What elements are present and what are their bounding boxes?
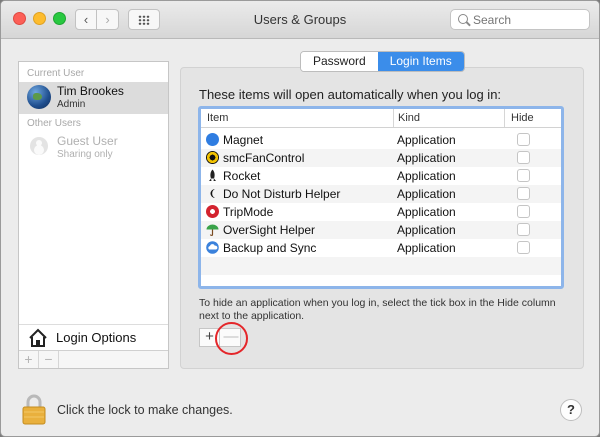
hide-checkbox[interactable]	[517, 169, 530, 182]
table-row[interactable]: Backup and Sync Application	[201, 239, 561, 257]
users-groups-window: ‹ › Users & Groups Current User Tim Broo…	[0, 0, 600, 437]
login-options-item[interactable]: Login Options	[19, 324, 168, 350]
hide-checkbox[interactable]	[517, 205, 530, 218]
cloud-icon	[206, 241, 219, 254]
item-kind: Application	[397, 169, 456, 183]
remove-user-button[interactable]: −	[39, 351, 59, 368]
search-icon	[458, 14, 468, 24]
lock-message: Click the lock to make changes.	[57, 403, 233, 417]
guest-role: Sharing only	[57, 149, 113, 160]
hide-checkbox[interactable]	[517, 151, 530, 164]
item-kind: Application	[397, 205, 456, 219]
item-name: OverSight Helper	[223, 223, 316, 237]
item-name: Rocket	[223, 169, 261, 183]
highlight-circle	[215, 322, 248, 355]
tab-password[interactable]: Password	[301, 52, 378, 71]
umbrella-icon	[206, 224, 219, 236]
rocket-icon	[209, 169, 216, 181]
column-kind[interactable]: Kind	[398, 112, 420, 124]
item-name: Magnet	[223, 133, 264, 147]
tab-control: Password Login Items	[300, 51, 465, 72]
table-row[interactable]: Rocket Application	[201, 167, 561, 185]
user-role: Admin	[57, 99, 86, 110]
guest-avatar-icon	[30, 137, 48, 155]
help-button[interactable]: ?	[560, 399, 582, 421]
hide-checkbox[interactable]	[517, 187, 530, 200]
tab-login-items[interactable]: Login Items	[377, 52, 464, 71]
item-kind: Application	[397, 223, 456, 237]
table-row[interactable]: smcFanControl Application	[201, 149, 561, 167]
search-box[interactable]	[450, 9, 590, 30]
column-divider	[504, 109, 505, 127]
guest-name: Guest User	[57, 134, 118, 148]
item-name: TripMode	[223, 205, 274, 219]
column-item[interactable]: Item	[207, 112, 228, 124]
item-name: Backup and Sync	[223, 241, 317, 255]
item-kind: Application	[397, 187, 456, 201]
tripmode-icon	[206, 205, 219, 218]
table-row[interactable]: OverSight Helper Application	[201, 221, 561, 239]
hide-checkbox[interactable]	[517, 133, 530, 146]
house-icon	[29, 328, 47, 347]
login-options-label: Login Options	[56, 330, 137, 345]
hide-help-text: To hide an application when you log in, …	[199, 297, 556, 322]
current-user-heading: Current User	[27, 68, 85, 79]
user-name: Tim Brookes	[57, 84, 124, 98]
hide-checkbox[interactable]	[517, 241, 530, 254]
users-sidebar: Current User Tim Brookes Admin Other Use…	[18, 61, 169, 369]
footer-bar: Click the lock to make changes. ?	[1, 384, 599, 436]
sidebar-button-bar: + −	[19, 350, 168, 368]
hide-checkbox[interactable]	[517, 223, 530, 236]
table-row[interactable]: TripMode Application	[201, 203, 561, 221]
item-name: smcFanControl	[223, 151, 305, 165]
add-user-button[interactable]: +	[19, 351, 39, 368]
column-divider	[393, 109, 394, 127]
item-kind: Application	[397, 241, 456, 255]
fan-icon	[206, 151, 219, 164]
column-hide[interactable]: Hide	[511, 112, 534, 124]
table-row[interactable]: Magnet Application	[201, 131, 561, 149]
user-item-guest[interactable]: Guest User Sharing only	[19, 132, 168, 164]
user-item-tim-brookes[interactable]: Tim Brookes Admin	[19, 82, 168, 114]
lock-icon[interactable]	[22, 393, 46, 425]
login-items-table[interactable]: Item Kind Hide Magnet Application smcFan…	[198, 106, 564, 289]
table-row[interactable]: Do Not Disturb Helper Application	[201, 185, 561, 203]
empty-row	[201, 275, 561, 286]
globe-avatar-icon	[27, 85, 51, 109]
empty-row	[201, 257, 561, 275]
item-kind: Application	[397, 151, 456, 165]
magnet-icon	[206, 133, 219, 146]
title-bar: ‹ › Users & Groups	[1, 1, 599, 39]
search-input[interactable]	[473, 12, 583, 27]
item-name: Do Not Disturb Helper	[223, 187, 341, 201]
dnd-icon	[210, 189, 215, 198]
other-users-heading: Other Users	[27, 118, 81, 129]
login-items-description: These items will open automatically when…	[199, 87, 502, 102]
item-kind: Application	[397, 133, 456, 147]
table-header: Item Kind Hide	[201, 109, 561, 128]
